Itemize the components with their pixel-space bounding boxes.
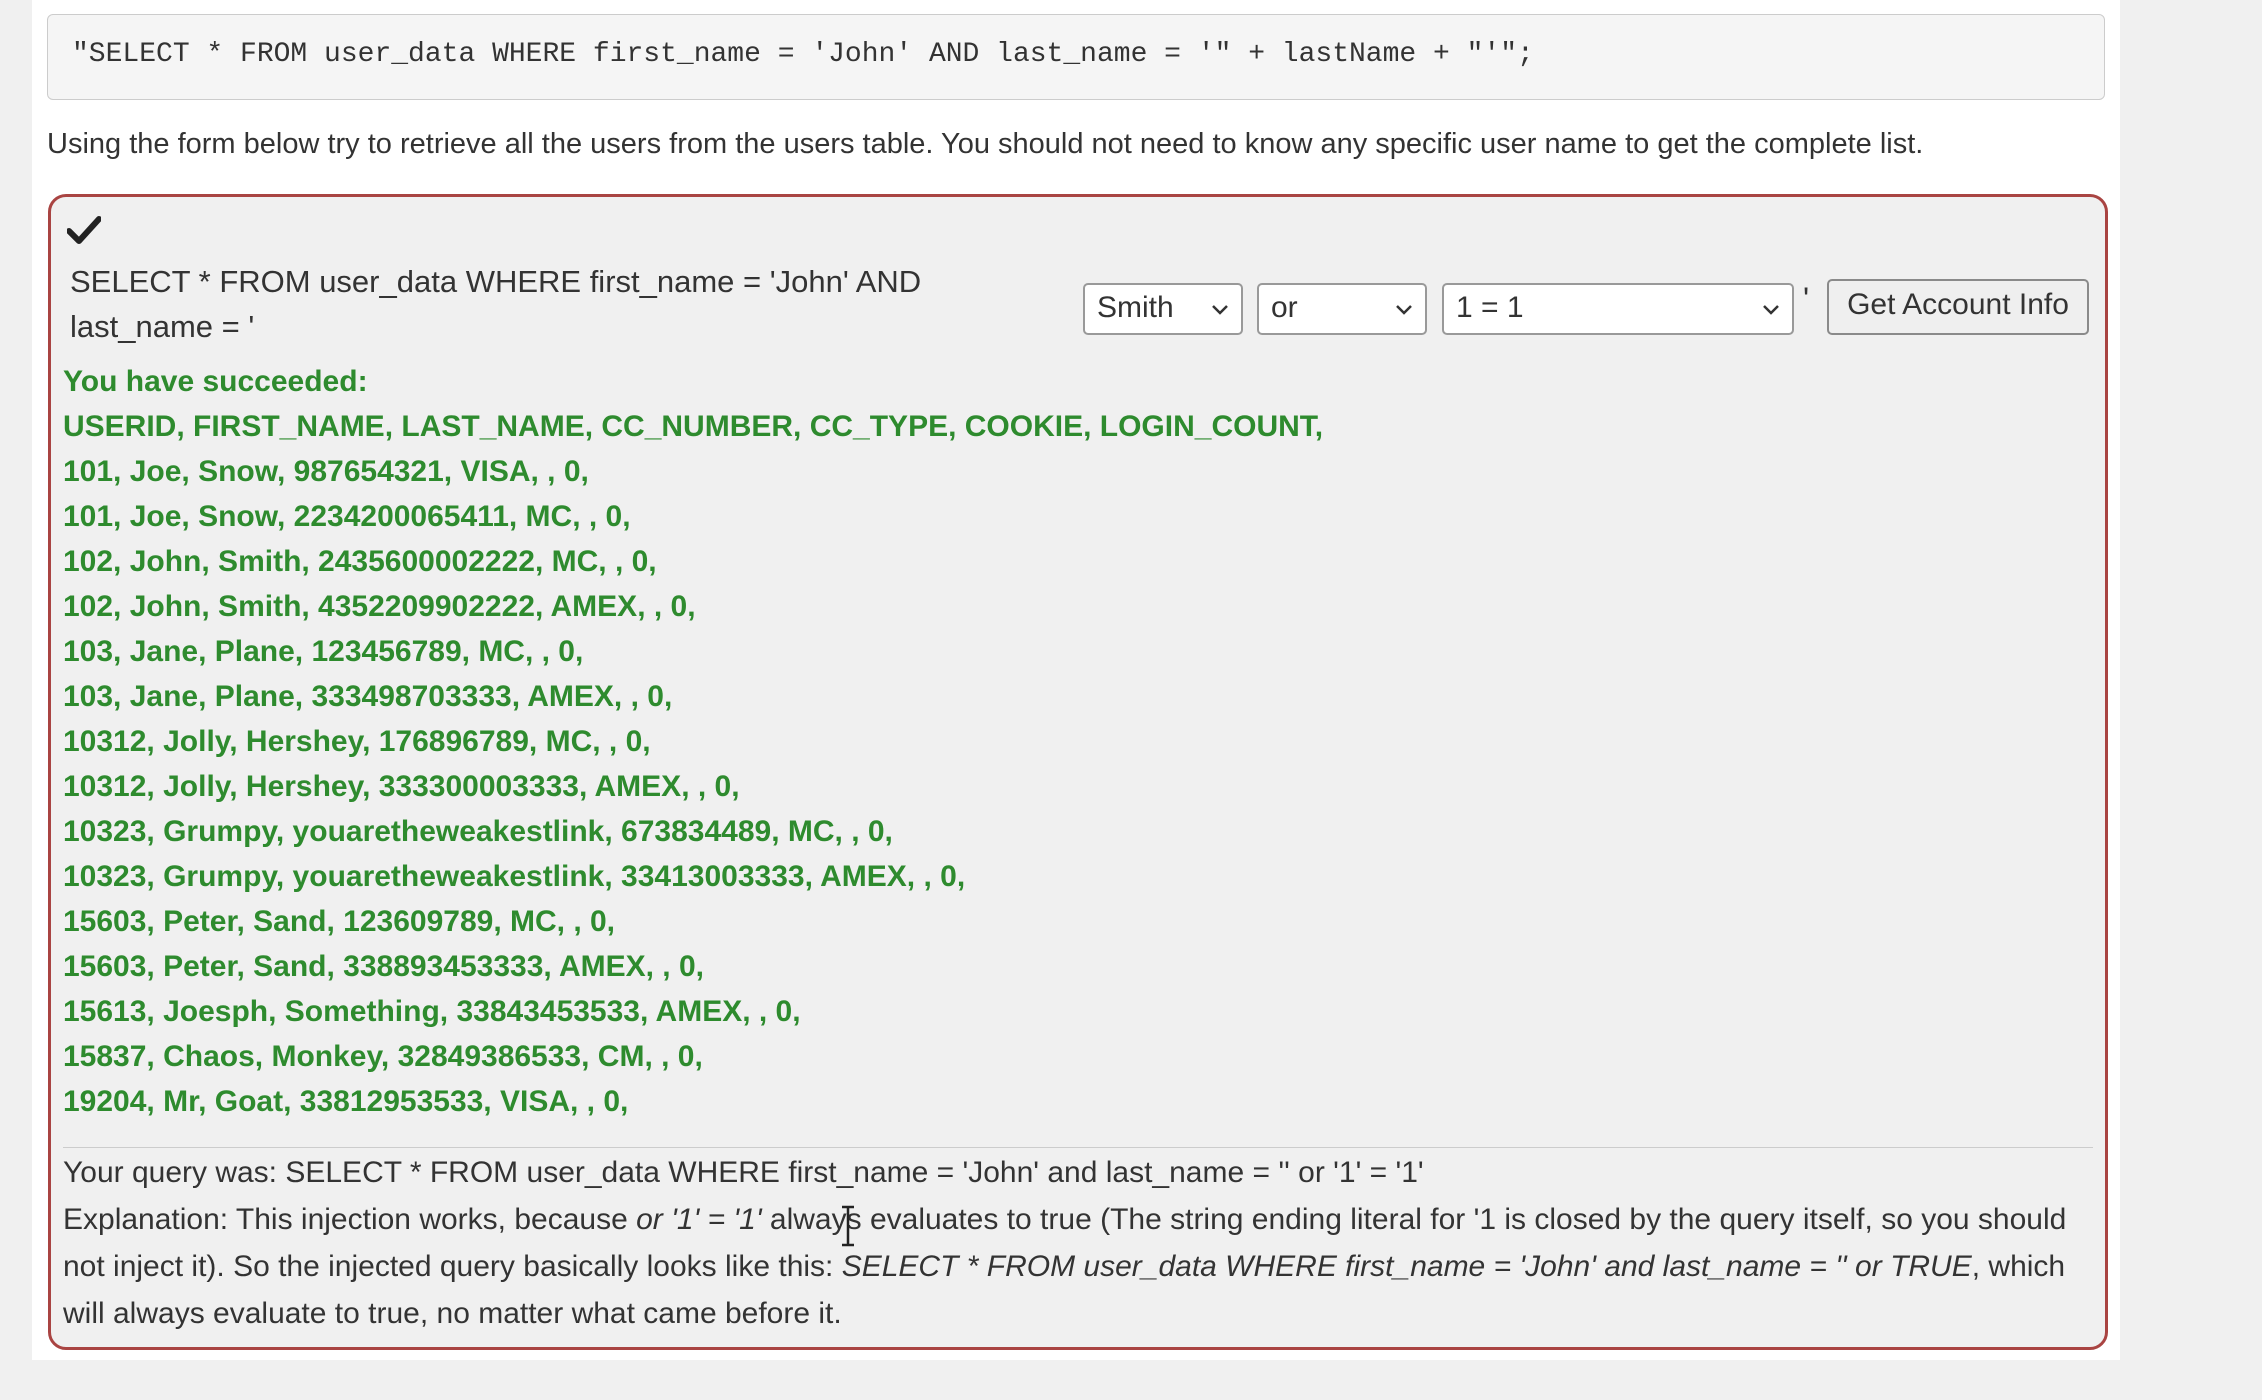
result-row: 19204, Mr, Goat, 33812953533, VISA, , 0, — [63, 1085, 629, 1118]
query-echo: Your query was: SELECT * FROM user_data … — [63, 1156, 1424, 1189]
attack-feedback: Your query was: SELECT * FROM user_data … — [63, 1149, 2083, 1337]
get-account-info-button[interactable]: Get Account Info — [1827, 279, 2089, 335]
result-row: 10312, Jolly, Hershey, 333300003333, AME… — [63, 770, 740, 803]
result-row: 15603, Peter, Sand, 338893453333, AMEX, … — [63, 950, 704, 983]
result-row: 15613, Joesph, Something, 33843453533, A… — [63, 995, 801, 1028]
code-snippet: "SELECT * FROM user_data WHERE first_nam… — [47, 14, 2105, 100]
operator-select-value: or — [1271, 291, 1298, 324]
result-row: 101, Joe, Snow, 987654321, VISA, , 0, — [63, 455, 589, 488]
condition-select-value: 1 = 1 — [1456, 291, 1524, 324]
attack-container: SELECT * FROM user_data WHERE first_name… — [48, 194, 2108, 1350]
chevron-down-icon — [1763, 305, 1779, 315]
query-prefix-label: SELECT * FROM user_data WHERE first_name… — [70, 264, 922, 344]
divider — [63, 1147, 2093, 1148]
condition-select[interactable]: 1 = 1 — [1442, 283, 1794, 335]
check-icon — [67, 215, 101, 245]
result-rows: USERID, FIRST_NAME, LAST_NAME, CC_NUMBER… — [63, 404, 1963, 1124]
result-row: 10323, Grumpy, youaretheweakestlink, 673… — [63, 815, 893, 848]
result-row: USERID, FIRST_NAME, LAST_NAME, CC_NUMBER… — [63, 410, 1324, 443]
success-heading: You have succeeded: — [63, 365, 368, 398]
attack-output: You have succeeded: USERID, FIRST_NAME, … — [63, 359, 1963, 1124]
explanation-text: Explanation: This injection works, becau… — [63, 1203, 2067, 1330]
result-row: 15603, Peter, Sand, 123609789, MC, , 0, — [63, 905, 616, 938]
result-row: 101, Joe, Snow, 2234200065411, MC, , 0, — [63, 500, 631, 533]
lastname-select[interactable]: Smith — [1083, 283, 1243, 335]
result-row: 103, Jane, Plane, 123456789, MC, , 0, — [63, 635, 584, 668]
lesson-instructions: Using the form below try to retrieve all… — [47, 128, 1924, 160]
lastname-select-value: Smith — [1097, 291, 1174, 324]
chevron-down-icon — [1212, 305, 1228, 315]
closing-quote: ' — [1803, 281, 1810, 317]
result-row: 10323, Grumpy, youaretheweakestlink, 334… — [63, 860, 966, 893]
result-row: 102, John, Smith, 2435600002222, MC, , 0… — [63, 545, 657, 578]
result-row: 102, John, Smith, 4352209902222, AMEX, ,… — [63, 590, 696, 623]
text-cursor-icon — [840, 1205, 856, 1247]
operator-select[interactable]: or — [1257, 283, 1427, 335]
result-row: 15837, Chaos, Monkey, 32849386533, CM, ,… — [63, 1040, 703, 1073]
result-row: 10312, Jolly, Hershey, 176896789, MC, , … — [63, 725, 651, 758]
chevron-down-icon — [1396, 305, 1412, 315]
result-row: 103, Jane, Plane, 333498703333, AMEX, , … — [63, 680, 673, 713]
